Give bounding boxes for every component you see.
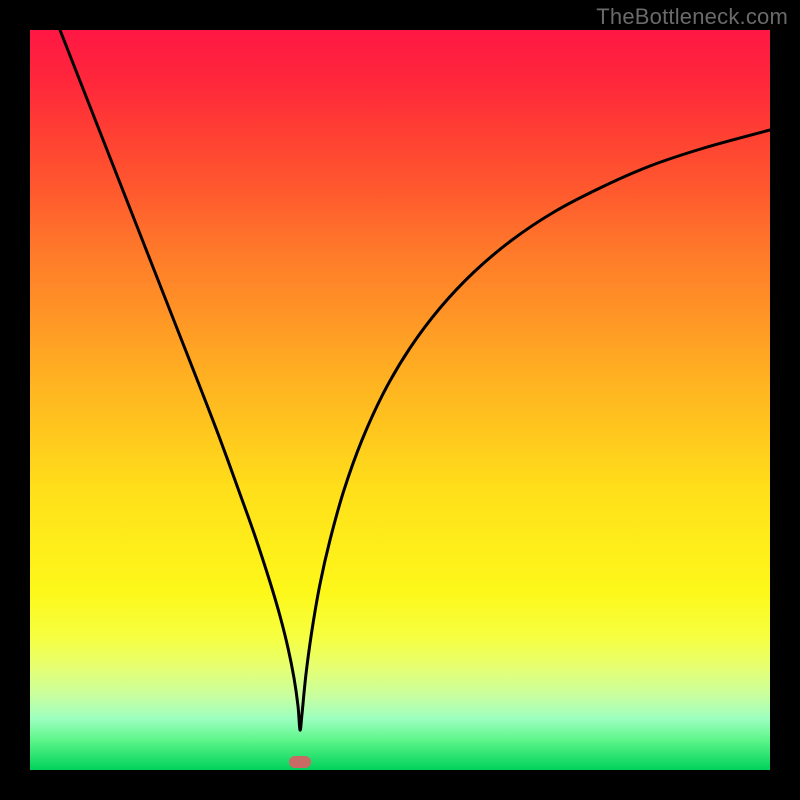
plot-area <box>30 30 770 770</box>
chart-frame: TheBottleneck.com <box>0 0 800 800</box>
bottleneck-curve <box>60 30 770 730</box>
watermark-text: TheBottleneck.com <box>596 4 788 30</box>
curve-svg <box>30 30 770 770</box>
optimum-marker <box>289 756 311 768</box>
